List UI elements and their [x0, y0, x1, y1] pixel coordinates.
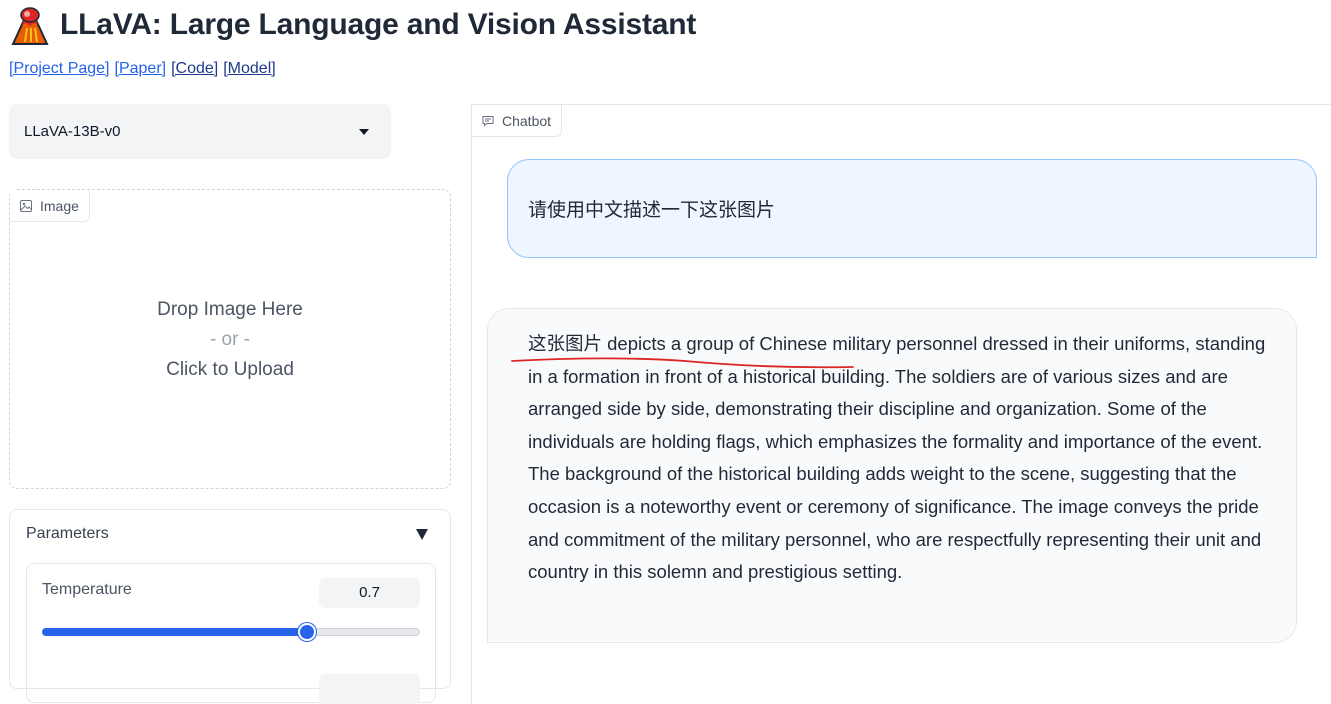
- chat-icon: [482, 115, 494, 127]
- model-dropdown[interactable]: LLaVA-13B-v0: [9, 104, 391, 159]
- temperature-slider[interactable]: [42, 623, 420, 641]
- slider-fill: [42, 628, 307, 636]
- assistant-message: 这张图片 depicts a group of Chinese military…: [487, 308, 1297, 643]
- chatbot-block-label: Chatbot: [472, 105, 563, 137]
- collapse-triangle-icon: [416, 528, 428, 540]
- chatbot-label-text: Chatbot: [502, 112, 552, 129]
- image-block-label: Image: [10, 190, 90, 222]
- link-model[interactable]: [Model]: [223, 60, 275, 78]
- slider-thumb[interactable]: [297, 623, 316, 641]
- link-code[interactable]: [Code]: [171, 60, 218, 78]
- chevron-down-icon: [359, 128, 369, 135]
- click-upload-text: Click to Upload: [166, 359, 294, 380]
- page-title: LLaVA: Large Language and Vision Assista…: [60, 8, 697, 41]
- next-parameter-input[interactable]: [319, 674, 420, 704]
- parameters-panel: Parameters Temperature 0.7: [9, 509, 451, 704]
- parameters-title: Parameters: [26, 525, 109, 542]
- assistant-paragraph-2: The background of the historical buildin…: [528, 463, 1262, 583]
- parameters-toggle[interactable]: Parameters: [26, 525, 428, 543]
- user-message: 请使用中文描述一下这张图片: [507, 159, 1317, 258]
- temperature-label: Temperature: [42, 581, 132, 598]
- link-paper[interactable]: [Paper]: [115, 60, 167, 78]
- volcano-logo-icon: [11, 7, 49, 45]
- image-label-text: Image: [40, 197, 79, 214]
- temperature-value-input[interactable]: 0.7: [319, 578, 420, 608]
- header-links: [Project Page] [Paper] [Code] [Model]: [9, 60, 276, 78]
- link-project-page[interactable]: [Project Page]: [9, 60, 110, 78]
- or-text: - or -: [209, 329, 251, 350]
- assistant-paragraph-1: 这张图片 depicts a group of Chinese military…: [528, 333, 1266, 452]
- drop-text: Drop Image Here: [157, 299, 303, 320]
- user-message-text: 请使用中文描述一下这张图片: [528, 200, 776, 221]
- model-dropdown-value: LLaVA-13B-v0: [24, 123, 121, 140]
- temperature-control: Temperature 0.7: [26, 563, 436, 704]
- upload-prompt[interactable]: Drop Image Here - or - Click to Upload: [10, 295, 450, 385]
- app-header: LLaVA: Large Language and Vision Assista…: [10, 4, 696, 46]
- image-upload-area[interactable]: Image Drop Image Here - or - Click to Up…: [9, 189, 451, 489]
- image-icon: [20, 199, 32, 212]
